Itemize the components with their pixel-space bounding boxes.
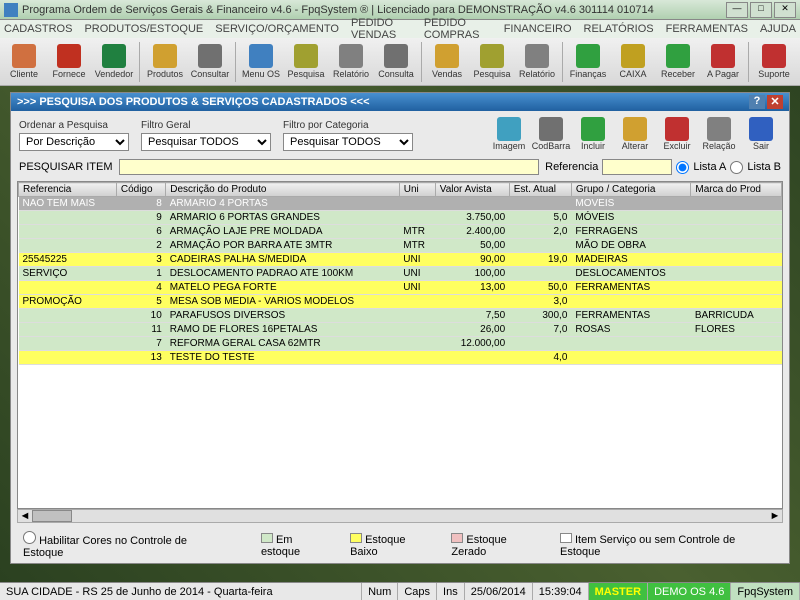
table-row[interactable]: 13TESTE DO TESTE4,0: [19, 351, 782, 365]
toolbar-finanças[interactable]: Finanças: [566, 40, 610, 84]
toolbar-relatório[interactable]: Relatório: [329, 40, 373, 84]
table-row[interactable]: 255452253CADEIRAS PALHA S/MEDIDAUNI90,00…: [19, 253, 782, 267]
toolbar-relatório[interactable]: Relatório: [515, 40, 559, 84]
col-header[interactable]: Uni: [399, 183, 435, 197]
toolbar-consulta[interactable]: Consulta: [374, 40, 418, 84]
table-row[interactable]: 11RAMO DE FLORES 16PETALAS26,007,0ROSASF…: [19, 323, 782, 337]
col-header[interactable]: Valor Avista: [435, 183, 509, 197]
menu-ferramentas[interactable]: FERRAMENTAS: [666, 23, 748, 35]
main-toolbar: ClienteForneceVendedorProdutosConsultarM…: [0, 38, 800, 86]
status-master: MASTER: [589, 583, 648, 600]
action-codbarra[interactable]: CodBarra: [531, 117, 571, 151]
toolbar-pesquisa[interactable]: Pesquisa: [284, 40, 328, 84]
legend: Habilitar Cores no Controle de Estoque E…: [11, 527, 789, 563]
table-row[interactable]: 9ARMARIO 6 PORTAS GRANDES3.750,005,0MÓVE…: [19, 211, 782, 225]
table-row[interactable]: NAO TEM MAIS8ARMARIO 4 PORTASMOVEIS: [19, 197, 782, 211]
table-row[interactable]: SERVIÇO1DESLOCAMENTO PADRAO ATE 100KMUNI…: [19, 267, 782, 281]
cat-label: Filtro por Categoria: [283, 120, 413, 131]
toolbar-vendedor[interactable]: Vendedor: [92, 40, 136, 84]
lista-a-radio[interactable]: [676, 161, 689, 174]
toolbar-suporte[interactable]: Suporte: [752, 40, 796, 84]
search-input[interactable]: [119, 159, 540, 175]
action-imagem[interactable]: Imagem: [489, 117, 529, 151]
toolbar-a pagar[interactable]: A Pagar: [701, 40, 745, 84]
app-icon: [4, 3, 18, 17]
filter-select[interactable]: Pesquisar TODOS: [141, 133, 271, 151]
col-header[interactable]: Grupo / Categoria: [571, 183, 690, 197]
table-row[interactable]: 7REFORMA GERAL CASA 62MTR12.000,00: [19, 337, 782, 351]
menu-produtos/estoque[interactable]: PRODUTOS/ESTOQUE: [84, 23, 203, 35]
close-button[interactable]: ✕: [774, 2, 796, 18]
table-row[interactable]: 6ARMAÇÃO LAJE PRE MOLDADAMTR2.400,002,0F…: [19, 225, 782, 239]
ref-input[interactable]: [602, 159, 672, 175]
toolbar-consultar[interactable]: Consultar: [188, 40, 232, 84]
toolbar-fornece[interactable]: Fornece: [47, 40, 91, 84]
menu-relatórios[interactable]: RELATÓRIOS: [584, 23, 654, 35]
col-header[interactable]: Descrição do Produto: [166, 183, 399, 197]
toolbar-vendas[interactable]: Vendas: [425, 40, 469, 84]
enable-colors-radio[interactable]: [23, 531, 36, 544]
menu-serviço/orçamento[interactable]: SERVIÇO/ORÇAMENTO: [215, 23, 339, 35]
panel-help-button[interactable]: ?: [749, 95, 765, 109]
toolbar-cliente[interactable]: Cliente: [2, 40, 46, 84]
action-sair[interactable]: Sair: [741, 117, 781, 151]
order-label: Ordenar a Pesquisa: [19, 120, 129, 131]
menu-financeiro[interactable]: FINANCEIRO: [504, 23, 572, 35]
toolbar-menu os[interactable]: Menu OS: [239, 40, 283, 84]
panel-title: >>> PESQUISA DOS PRODUTOS & SERVIÇOS CAD…: [17, 96, 749, 108]
action-relação[interactable]: Relação: [699, 117, 739, 151]
col-header[interactable]: Referencia: [19, 183, 117, 197]
panel-close-button[interactable]: ✕: [767, 95, 783, 109]
menu-pedido vendas[interactable]: PEDIDO VENDAS: [351, 17, 412, 41]
main-menubar: CADASTROS PRODUTOS/ESTOQUE SERVIÇO/ORÇAMEN…: [0, 20, 800, 38]
toolbar-receber[interactable]: Receber: [656, 40, 700, 84]
table-row[interactable]: 4MATELO PEGA FORTEUNI13,0050,0FERRAMENTA…: [19, 281, 782, 295]
minimize-button[interactable]: —: [726, 2, 748, 18]
action-incluir[interactable]: Incluir: [573, 117, 613, 151]
panel-titlebar: >>> PESQUISA DOS PRODUTOS & SERVIÇOS CAD…: [11, 93, 789, 111]
col-header[interactable]: Est. Atual: [509, 183, 571, 197]
ref-label: Referencia: [545, 161, 598, 173]
search-label: PESQUISAR ITEM: [19, 161, 113, 173]
cat-select[interactable]: Pesquisar TODOS: [283, 133, 413, 151]
h-scrollbar[interactable]: ◄ ►: [17, 509, 783, 523]
menu-pedido compras[interactable]: PEDIDO COMPRAS: [424, 17, 492, 41]
search-panel: >>> PESQUISA DOS PRODUTOS & SERVIÇOS CAD…: [10, 92, 790, 564]
filter-label: Filtro Geral: [141, 120, 271, 131]
action-excluir[interactable]: Excluir: [657, 117, 697, 151]
status-location: SUA CIDADE - RS 25 de Junho de 2014 - Qu…: [0, 583, 362, 600]
statusbar: SUA CIDADE - RS 25 de Junho de 2014 - Qu…: [0, 582, 800, 600]
toolbar-caixa[interactable]: CAIXA: [611, 40, 655, 84]
col-header[interactable]: Marca do Prod: [691, 183, 782, 197]
table-row[interactable]: 2ARMAÇÃO POR BARRA ATE 3MTRMTR50,00MÃO D…: [19, 239, 782, 253]
maximize-button[interactable]: □: [750, 2, 772, 18]
window-title: Programa Ordem de Serviços Gerais & Fina…: [22, 4, 726, 16]
order-select[interactable]: Por Descrição: [19, 133, 129, 151]
action-alterar[interactable]: Alterar: [615, 117, 655, 151]
toolbar-pesquisa[interactable]: Pesquisa: [470, 40, 514, 84]
table-row[interactable]: PROMOÇÃO5MESA SOB MEDIA - VARIOS MODELOS…: [19, 295, 782, 309]
menu-ajuda[interactable]: AJUDA: [760, 23, 796, 35]
table-row[interactable]: 10PARAFUSOS DIVERSOS7,50300,0FERRAMENTAS…: [19, 309, 782, 323]
lista-b-radio[interactable]: [730, 161, 743, 174]
menu-cadastros[interactable]: CADASTROS: [4, 23, 72, 35]
col-header[interactable]: Código: [116, 183, 165, 197]
products-grid[interactable]: ReferenciaCódigoDescrição do ProdutoUniV…: [17, 181, 783, 509]
toolbar-produtos[interactable]: Produtos: [143, 40, 187, 84]
